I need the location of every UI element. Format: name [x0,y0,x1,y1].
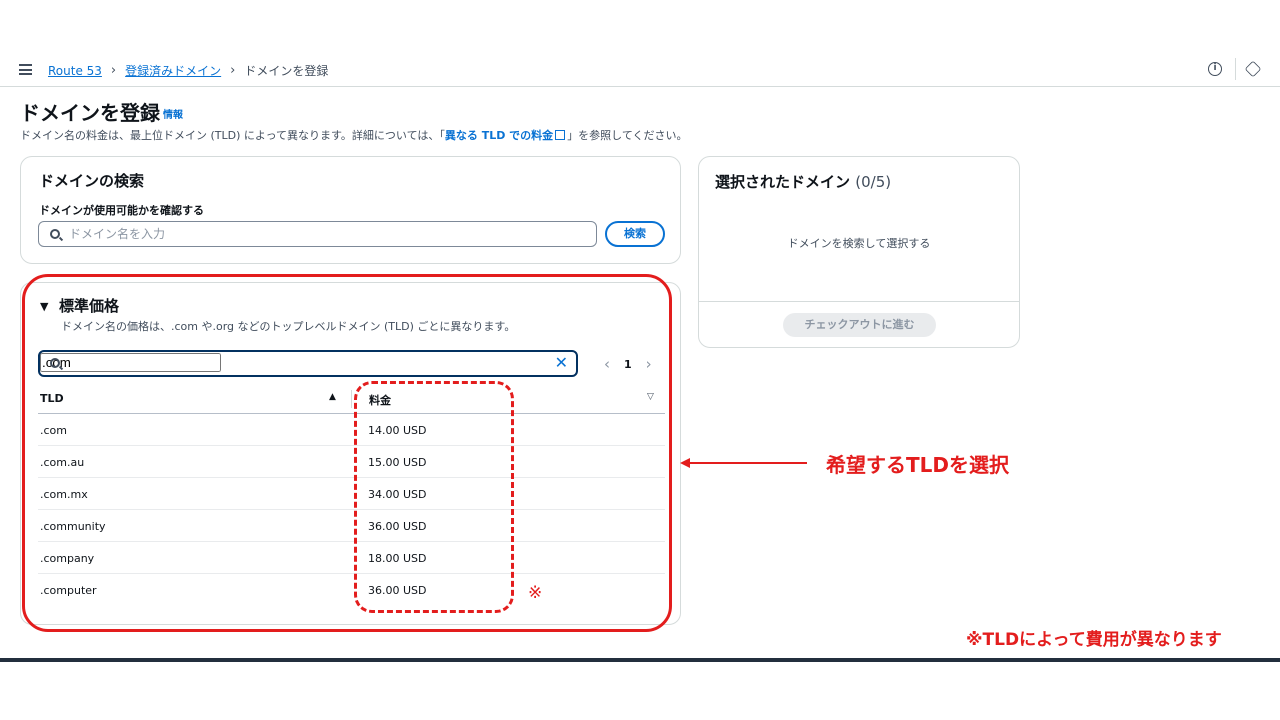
breadcrumb: Route 53 › 登録済みドメイン › ドメインを登録 [48,62,328,79]
price-cell: 14.00 USD [368,424,427,437]
search-icon [50,358,60,368]
tld-cell: .com [40,424,67,437]
price-cell: 34.00 USD [368,488,427,501]
page-number[interactable]: 1 [624,358,632,371]
column-header-price[interactable]: 料金 [369,392,391,408]
page-title: ドメインを登録 [20,101,160,125]
search-button[interactable]: 検索 [605,221,665,247]
pricing-table-body: .com 14.00 USD .com.au 15.00 USD .com.mx… [38,414,665,606]
domain-search-box [38,221,597,247]
description-text: ドメイン名の料金は、最上位ドメイン (TLD) によって異なります。詳細について… [20,129,445,142]
column-divider [351,390,352,408]
sort-ascending-icon[interactable]: ▲ [329,392,336,402]
annotation-note: ※TLDによって費用が異なります [966,630,1222,650]
tld-filter-box: ✕ [38,350,578,377]
search-card-title: ドメインの検索 [39,172,145,190]
divider [699,301,1019,302]
arrow-left-icon [680,458,690,468]
pagination: ‹ 1 › [604,355,652,373]
selected-count: (0/5) [855,173,892,191]
hexagon-icon[interactable] [1244,60,1262,78]
table-row[interactable]: .company 18.00 USD [38,542,665,574]
chevron-right-icon[interactable]: › [646,355,652,373]
bottom-bar [0,658,1280,662]
page-description: ドメイン名の料金は、最上位ドメイン (TLD) によって異なります。詳細について… [20,127,688,143]
tld-cell: .company [40,552,95,565]
annotation-select-tld: 希望するTLDを選択 [826,453,1009,477]
tld-cell: .com.au [40,456,85,469]
tld-filter-input[interactable] [40,353,221,372]
breadcrumb-current: ドメインを登録 [244,64,329,78]
info-link[interactable]: 情報 [163,106,183,121]
checkout-button[interactable]: チェックアウトに進む [783,313,936,337]
breadcrumb-registered-domains[interactable]: 登録済みドメイン [125,62,221,79]
tld-pricing-link[interactable]: 異なる TLD での料金 [445,129,553,142]
caret-down-icon[interactable]: ▼ [40,300,48,313]
empty-state-text: ドメインを検索して選択する [787,237,931,250]
table-row[interactable]: .computer 36.00 USD [38,574,665,606]
info-icon[interactable]: i [1208,62,1222,76]
table-row[interactable]: .community 36.00 USD [38,510,665,542]
external-link-icon[interactable] [555,130,566,140]
column-header-tld[interactable]: TLD [40,392,64,405]
chevron-left-icon[interactable]: ‹ [604,355,610,373]
selected-domains-label: 選択されたドメイン [715,173,851,191]
table-row[interactable]: .com 14.00 USD [38,414,665,446]
price-cell: 18.00 USD [368,552,427,565]
price-cell: 36.00 USD [368,520,427,533]
selected-domains-title: 選択されたドメイン (0/5) [715,171,891,192]
domain-search-input[interactable] [69,225,569,243]
pricing-title[interactable]: 標準価格 [59,295,119,316]
tld-cell: .com.mx [40,488,88,501]
tld-cell: .computer [40,584,97,597]
price-cell: 15.00 USD [368,456,427,469]
chevron-right-icon: › [230,63,236,78]
chevron-right-icon: › [110,63,117,78]
annotation-arrow-line [690,462,807,464]
selected-domains-card: 選択されたドメイン (0/5) ドメインを検索して選択する チェックアウトに進む [698,156,1020,348]
breadcrumb-route53[interactable]: Route 53 [48,64,102,78]
table-row[interactable]: .com.mx 34.00 USD [38,478,665,510]
pricing-description: ドメイン名の価格は、.com や.org などのトップレベルドメイン (TLD)… [61,320,516,333]
tld-cell: .community [40,520,106,533]
hamburger-icon[interactable] [19,64,32,75]
search-icon [50,229,60,239]
sort-descending-icon[interactable]: ▽ [647,392,654,402]
divider [1235,58,1236,80]
table-row[interactable]: .com.au 15.00 USD [38,446,665,478]
close-icon[interactable]: ✕ [555,353,568,372]
top-navigation: Route 53 › 登録済みドメイン › ドメインを登録 i [0,52,1280,87]
price-cell: 36.00 USD [368,584,427,597]
annotation-mark: ※ [528,583,543,603]
domain-search-card: ドメインの検索 ドメインが使用可能かを確認する 検索 [20,156,681,264]
description-text-end: 」を参照してください。 [567,129,688,142]
search-field-label: ドメインが使用可能かを確認する [39,204,204,217]
standard-pricing-card: ▼ 標準価格 ドメイン名の価格は、.com や.org などのトップレベルドメイ… [20,282,681,625]
